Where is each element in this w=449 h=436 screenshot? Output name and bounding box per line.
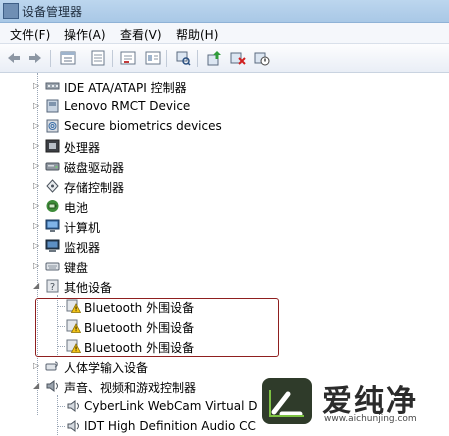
expand-arrow-icon[interactable]: ▷	[33, 100, 41, 112]
collapse-arrow-icon[interactable]: ◢	[33, 380, 41, 392]
help-icon[interactable]	[90, 50, 106, 66]
tree-item-battery[interactable]: ▷ 电池	[0, 196, 449, 216]
tree-item-ide-controller[interactable]: ▷ IDE ATA/ATAPI 控制器	[0, 76, 449, 96]
tree-item-label: 处理器	[64, 141, 101, 155]
window-title: 设备管理器	[22, 5, 83, 19]
tree-item-label: 磁盘驱动器	[64, 161, 125, 175]
tree-item-other-devices[interactable]: ◢ ? 其他设备	[0, 276, 449, 296]
tree-item-label: 键盘	[64, 261, 89, 275]
menu-view[interactable]: 查看(V)	[120, 26, 162, 43]
tree-item-keyboards[interactable]: ▷ 键盘	[0, 256, 449, 276]
svg-text:?: ?	[50, 282, 55, 293]
expand-arrow-icon[interactable]: ▷	[33, 260, 41, 272]
tree-item-computer[interactable]: ▷ 计算机	[0, 216, 449, 236]
sound-icon	[45, 379, 60, 393]
tree-item-storage-controllers[interactable]: ▷ 存储控制器	[0, 176, 449, 196]
expand-arrow-icon[interactable]: ▷	[33, 360, 41, 372]
tree-item-label: 计算机	[64, 221, 101, 235]
tree-item-label: 电池	[64, 201, 89, 215]
audio-device-icon	[66, 399, 81, 413]
tree-item-label: Lenovo RMCT Device	[64, 99, 191, 113]
disable-icon[interactable]	[254, 50, 270, 66]
tree-item-processor[interactable]: ▷ 处理器	[0, 136, 449, 156]
expand-arrow-icon[interactable]: ▷	[33, 120, 41, 132]
storage-controller-icon	[45, 179, 60, 193]
tree-item-label: 其他设备	[64, 281, 113, 295]
computer-icon	[45, 219, 60, 233]
properties-icon[interactable]	[60, 50, 76, 66]
device-manager-icon	[3, 3, 19, 19]
other-devices-icon: ?	[45, 279, 60, 293]
tree-item-label: 人体学输入设备	[64, 361, 149, 375]
toolbar-separator	[112, 50, 113, 67]
watermark-url: www.aichunjing.com	[324, 414, 417, 424]
hid-icon	[45, 359, 60, 373]
toolbar-separator	[166, 50, 167, 67]
menu-action[interactable]: 操作(A)	[64, 26, 106, 43]
tree-item-label: IDE ATA/ATAPI 控制器	[64, 81, 187, 95]
tree-item-lenovo-rmct[interactable]: ▷ Lenovo RMCT Device	[0, 96, 449, 116]
tree-item-label: Secure biometrics devices	[64, 119, 222, 133]
tree-item-label: IDT High Definition Audio CC	[84, 419, 256, 433]
processor-icon	[45, 139, 60, 153]
tree-item-biometrics[interactable]: ▷ Secure biometrics devices	[0, 116, 449, 136]
show-hidden-icon[interactable]	[120, 50, 136, 66]
toolbar	[0, 44, 449, 73]
tree-item-monitors[interactable]: ▷ 监视器	[0, 236, 449, 256]
list-view-icon[interactable]	[145, 50, 161, 66]
keyboard-icon	[45, 259, 60, 273]
tree-item-label: 声音、视频和游戏控制器	[64, 381, 197, 395]
forward-arrow-icon[interactable]	[27, 50, 43, 66]
highlight-box	[35, 298, 279, 357]
collapse-arrow-icon[interactable]: ◢	[33, 280, 41, 292]
toolbar-separator	[50, 50, 51, 67]
menu-bar: 文件(F) 操作(A) 查看(V) 帮助(H)	[0, 23, 449, 44]
expand-arrow-icon[interactable]: ▷	[33, 140, 41, 152]
watermark: 爱纯净 www.aichunjing.com	[258, 372, 449, 430]
scan-icon[interactable]	[175, 50, 191, 66]
expand-arrow-icon[interactable]: ▷	[33, 80, 41, 92]
expand-arrow-icon[interactable]: ▷	[33, 200, 41, 212]
expand-arrow-icon[interactable]: ▷	[33, 160, 41, 172]
watermark-logo	[262, 378, 312, 424]
menu-help[interactable]: 帮助(H)	[176, 26, 218, 43]
expand-arrow-icon[interactable]: ▷	[33, 180, 41, 192]
update-driver-icon[interactable]	[206, 50, 222, 66]
title-bar: 设备管理器	[0, 0, 449, 23]
tree-item-label: 存储控制器	[64, 181, 125, 195]
battery-icon	[45, 199, 60, 213]
toolbar-separator	[197, 50, 198, 67]
ide-controller-icon	[45, 79, 60, 93]
disk-icon	[45, 159, 60, 173]
uninstall-icon[interactable]	[230, 50, 246, 66]
expand-arrow-icon[interactable]: ▷	[33, 240, 41, 252]
device-icon	[45, 99, 60, 113]
audio-device-icon	[66, 419, 81, 433]
biometric-icon	[45, 119, 60, 133]
expand-arrow-icon[interactable]: ▷	[33, 220, 41, 232]
tree-item-label: 监视器	[64, 241, 101, 255]
monitor-icon	[45, 239, 60, 253]
menu-file[interactable]: 文件(F)	[10, 26, 50, 43]
back-arrow-icon[interactable]	[6, 50, 22, 66]
tree-item-label: CyberLink WebCam Virtual D	[84, 399, 258, 413]
tree-item-disk-drives[interactable]: ▷ 磁盘驱动器	[0, 156, 449, 176]
